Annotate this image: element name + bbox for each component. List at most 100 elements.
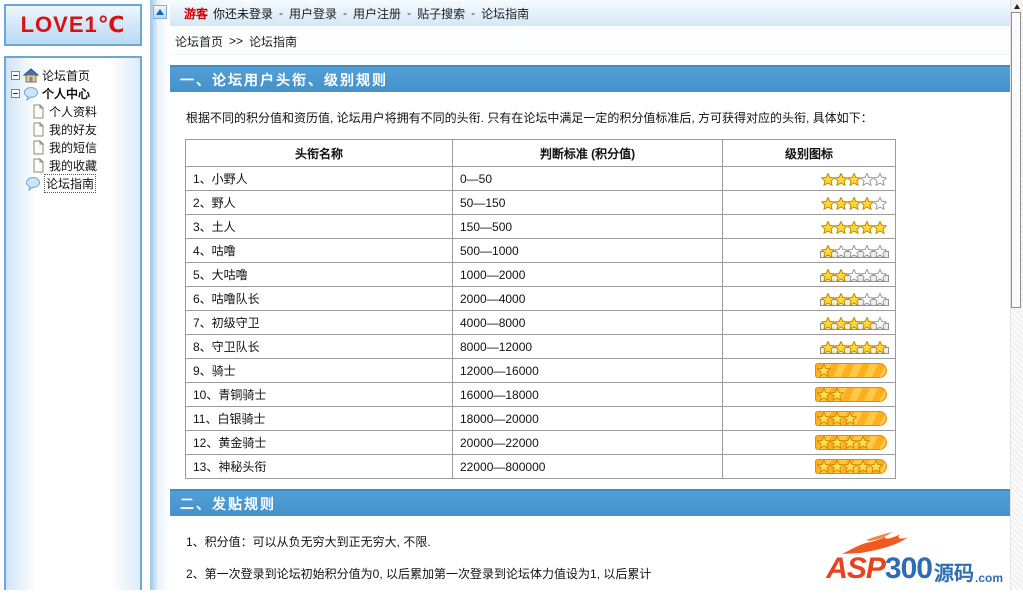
star-icon <box>834 340 848 354</box>
star-icon <box>860 220 874 234</box>
home-icon <box>23 67 39 82</box>
star-icon <box>830 412 844 426</box>
sidebar-item-label: 个人中心 <box>42 86 91 101</box>
stars-level-icon <box>820 292 889 306</box>
section-title-rank-rules: 一、论坛用户头衔、级别规则 <box>170 65 1010 92</box>
star-icon <box>860 244 874 258</box>
sidebar-item-favorites[interactable]: 我的收藏 <box>6 156 140 174</box>
sidebar-item-personal-center[interactable]: 个人中心 <box>6 84 140 102</box>
rank-level-icon-cell <box>722 310 896 335</box>
sidebar-scroll-up-button[interactable] <box>153 5 167 19</box>
separator: - <box>279 6 284 20</box>
star-icon <box>821 244 835 258</box>
star-icon <box>860 292 874 306</box>
flame-icon <box>842 532 909 554</box>
collapse-box-icon[interactable] <box>11 88 20 98</box>
rank-name-cell: 2、野人 <box>185 190 453 215</box>
rank-level-icon-cell <box>722 430 896 455</box>
watermark-300-text: 300 <box>884 552 933 585</box>
breadcrumb-current[interactable]: 论坛指南 <box>249 33 297 50</box>
star-icon <box>821 172 835 186</box>
sidebar-item-label: 论坛指南 <box>44 173 97 193</box>
rank-range-cell: 20000—22000 <box>452 430 723 455</box>
star-icon <box>873 172 887 186</box>
page-scrollbar[interactable] <box>1010 0 1023 590</box>
collapse-box-icon[interactable] <box>11 70 20 80</box>
sidebar-item-forum-guide[interactable]: 论坛指南 <box>20 173 140 193</box>
star-icon <box>821 340 835 354</box>
star-icon <box>847 220 861 234</box>
separator: - <box>407 6 412 20</box>
stars-level-icon <box>820 268 889 282</box>
star-icon <box>860 268 874 282</box>
top-login-bar: 游客 你还未登录 - 用户登录 - 用户注册 - 贴子搜索 - 论坛指南 <box>170 0 1010 26</box>
scrollbar-thumb[interactable] <box>1011 12 1021 308</box>
star-icon <box>821 292 835 306</box>
table-row: 9、骑士 12000—16000 <box>185 358 896 383</box>
rank-level-icon-cell <box>722 262 896 287</box>
star-icon <box>856 436 870 450</box>
star-icon <box>830 388 844 402</box>
login-status-text: 你还未登录 <box>213 6 274 21</box>
rank-level-icon-cell <box>722 238 896 263</box>
star-icon <box>821 220 835 234</box>
rank-level-icon-cell <box>722 382 896 407</box>
table-row: 6、咕噜队长 2000—4000 <box>185 286 896 311</box>
rank-level-icon-cell <box>722 454 896 479</box>
star-icon <box>873 244 887 258</box>
rank-range-cell: 2000—4000 <box>452 286 723 311</box>
sidebar-item-forum-home[interactable]: 论坛首页 <box>6 66 140 84</box>
rank-name-cell: 8、守卫队长 <box>185 334 453 359</box>
rank-range-cell: 18000—20000 <box>452 406 723 431</box>
scrollbar-up-button[interactable] <box>1011 0 1023 12</box>
stars-level-icon <box>821 196 887 210</box>
banner-level-icon <box>815 363 887 379</box>
rank-range-cell: 500—1000 <box>452 238 723 263</box>
rank-range-cell: 0—50 <box>452 166 723 191</box>
star-icon <box>847 316 861 330</box>
sidebar-item-messages[interactable]: 我的短信 <box>6 138 140 156</box>
sidebar-item-profile[interactable]: 个人资料 <box>6 102 140 120</box>
table-row: 8、守卫队长 8000—12000 <box>185 334 896 359</box>
table-row: 10、青铜骑士 16000—18000 <box>185 382 896 407</box>
star-icon <box>843 460 857 474</box>
watermark-cn-text: 源码 <box>933 563 974 585</box>
post-search-link[interactable]: 贴子搜索 <box>417 5 465 22</box>
rank-name-cell: 10、青铜骑士 <box>185 382 453 407</box>
sidebar-item-label: 我的好友 <box>49 122 98 137</box>
table-row: 5、大咕噜 1000—2000 <box>185 262 896 287</box>
page-icon <box>33 139 45 154</box>
star-icon <box>821 196 835 210</box>
user-register-link[interactable]: 用户注册 <box>353 5 401 22</box>
star-icon <box>830 436 844 450</box>
star-icon <box>847 292 861 306</box>
triangle-up-icon <box>1014 3 1020 9</box>
star-icon <box>817 436 831 450</box>
rank-level-icon-cell <box>722 214 896 239</box>
banner-level-icon <box>815 435 887 451</box>
rank-level-icon-cell <box>722 190 896 215</box>
main-content: 游客 你还未登录 - 用户登录 - 用户注册 - 贴子搜索 - 论坛指南 论坛首… <box>170 0 1010 597</box>
rank-range-cell: 8000—12000 <box>452 334 723 359</box>
star-icon <box>860 340 874 354</box>
stars-level-icon <box>821 220 887 234</box>
star-icon <box>847 172 861 186</box>
balloon-icon <box>26 176 40 191</box>
sidebar-item-friends[interactable]: 我的好友 <box>6 120 140 138</box>
user-login-link[interactable]: 用户登录 <box>289 5 337 22</box>
star-icon <box>873 220 887 234</box>
star-icon <box>821 316 835 330</box>
table-row: 1、小野人 0—50 <box>185 166 896 191</box>
page-icon <box>33 103 45 118</box>
breadcrumb-separator: >> <box>229 34 244 48</box>
watermark-asp-text: ASP <box>826 552 886 585</box>
breadcrumb-home-link[interactable]: 论坛首页 <box>175 33 223 50</box>
rank-name-cell: 9、骑士 <box>185 358 453 383</box>
balloon-icon <box>24 86 38 101</box>
rank-level-icon-cell <box>722 334 896 359</box>
star-icon <box>860 172 874 186</box>
table-row: 3、土人 150—500 <box>185 214 896 239</box>
forum-guide-link[interactable]: 论坛指南 <box>481 5 529 22</box>
banner-level-icon <box>815 459 887 475</box>
star-icon <box>873 268 887 282</box>
